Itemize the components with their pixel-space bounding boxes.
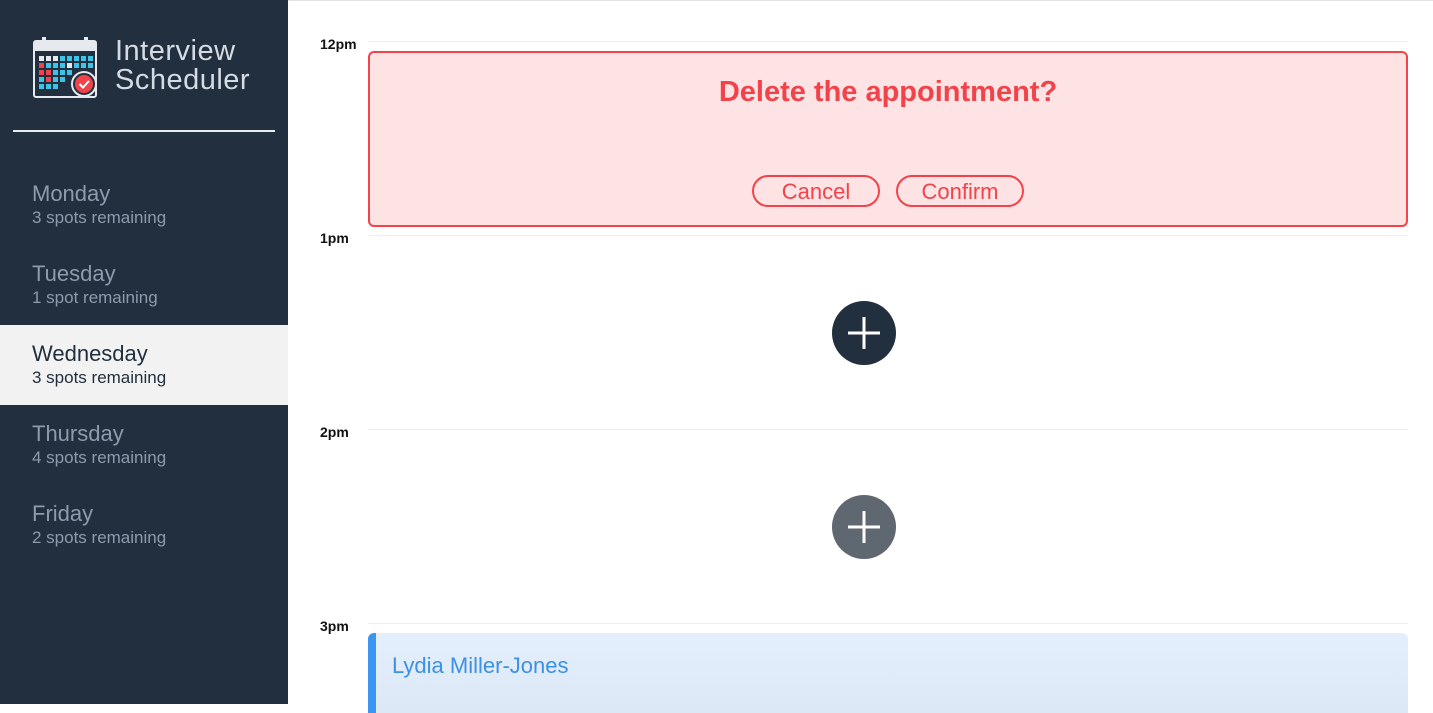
day-spots: 4 spots remaining — [32, 448, 167, 467]
cancel-button[interactable]: Cancel — [752, 175, 880, 207]
day-spots: 3 spots remaining — [32, 368, 167, 387]
day-item-tuesday[interactable]: Tuesday 1 spot remaining — [0, 245, 288, 325]
day-spots: 3 spots remaining — [32, 208, 167, 227]
hour-label-2pm: 2pm — [320, 424, 349, 440]
hour-separator — [368, 429, 1408, 430]
hour-separator — [368, 41, 1408, 42]
day-list: Monday 3 spots remaining Tuesday 1 spot … — [0, 165, 288, 565]
calendar-check-icon — [33, 37, 99, 99]
plus-icon — [848, 317, 880, 349]
day-spots: 2 spots remaining — [32, 528, 167, 547]
hour-separator — [368, 623, 1408, 624]
add-appointment-button-hover[interactable] — [832, 495, 896, 559]
sidebar: Interview Scheduler Monday 3 spots remai… — [0, 0, 288, 704]
plus-icon — [848, 511, 880, 543]
day-name: Monday — [32, 181, 111, 206]
appointment-card[interactable]: Lydia Miller-Jones — [368, 633, 1408, 713]
hour-label-3pm: 3pm — [320, 618, 349, 634]
day-name: Tuesday — [32, 261, 116, 286]
day-name: Friday — [32, 501, 94, 526]
app-title-line-1: Interview — [115, 35, 236, 67]
day-item-thursday[interactable]: Thursday 4 spots remaining — [0, 405, 288, 485]
day-name: Wednesday — [32, 341, 148, 366]
sidebar-divider — [13, 130, 275, 132]
app-title: Interview Scheduler — [115, 37, 285, 95]
confirm-message: Delete the appointment? — [718, 76, 1058, 108]
day-spots: 1 spot remaining — [32, 288, 158, 307]
day-item-friday[interactable]: Friday 2 spots remaining — [0, 485, 288, 565]
day-item-monday[interactable]: Monday 3 spots remaining — [0, 165, 288, 245]
top-border — [288, 0, 1433, 1]
confirm-button[interactable]: Confirm — [896, 175, 1024, 207]
add-appointment-button[interactable] — [832, 301, 896, 365]
delete-confirmation: Delete the appointment? Cancel Confirm — [368, 51, 1408, 227]
student-name: Lydia Miller-Jones — [392, 653, 569, 678]
hour-label-1pm: 1pm — [320, 230, 349, 246]
hour-label-12pm: 12pm — [320, 36, 357, 52]
app-title-line-2: Scheduler — [115, 64, 251, 96]
day-item-wednesday[interactable]: Wednesday 3 spots remaining — [0, 325, 288, 405]
day-name: Thursday — [32, 421, 124, 446]
appointment-accent-bar — [368, 633, 376, 713]
hour-separator — [368, 235, 1408, 236]
